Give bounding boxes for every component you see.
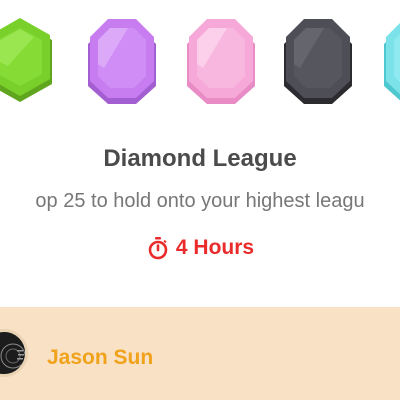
stopwatch-icon (146, 236, 170, 260)
league-title: Diamond League (103, 145, 297, 172)
pink-league-badge (183, 16, 259, 108)
black-league-badge (280, 16, 356, 108)
avatar[interactable] (0, 329, 28, 377)
purple-league-badge (84, 16, 160, 108)
timer-label: 4 Hours (175, 236, 255, 259)
league-timer: 4 Hours (0, 236, 400, 260)
teal-league-badge (380, 16, 400, 108)
league-subtitle: op 25 to hold onto your highest leagu (35, 190, 365, 212)
green-league-badge (0, 16, 58, 108)
user-name: Jason Sun (47, 346, 154, 369)
league-badges-row (0, 0, 400, 120)
